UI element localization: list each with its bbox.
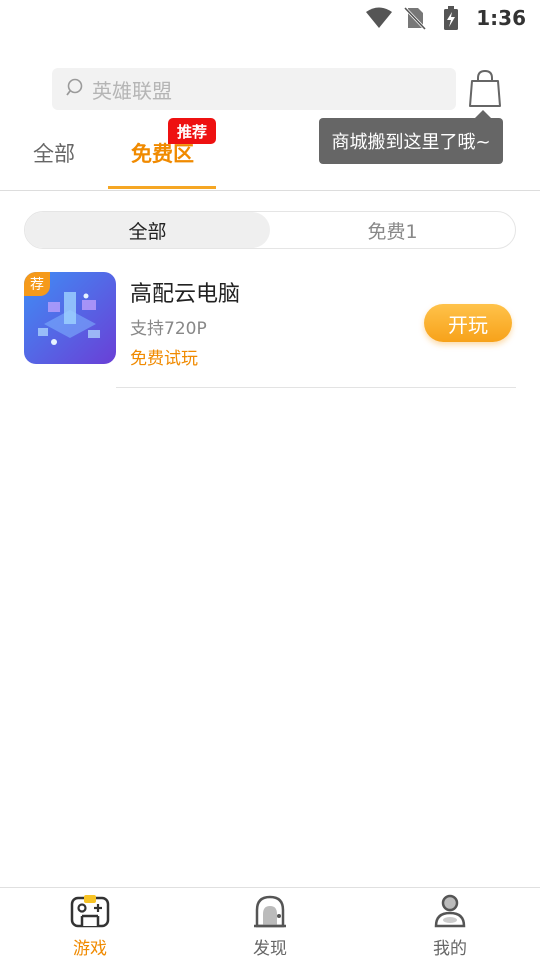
nav-discover-label: 发现 [253, 939, 287, 959]
nav-games[interactable]: 游戏 [50, 894, 130, 959]
search-icon [66, 77, 86, 101]
recommend-badge: 推荐 [168, 118, 216, 144]
no-sim-icon [402, 6, 428, 30]
bottom-nav: 游戏 发现 我的 [0, 887, 540, 960]
list-item[interactable]: 荐 高配云电脑 支持720P 免费试玩 开玩 [24, 272, 516, 388]
item-divider [116, 387, 516, 388]
recommend-corner-badge: 荐 [24, 272, 50, 296]
game-resolution: 支持720P [130, 319, 207, 339]
gamepad-icon [70, 894, 110, 932]
status-bar: 1:36 [0, 0, 540, 36]
discover-icon [253, 894, 287, 932]
sub-filter-segment: 全部 免费1 [24, 211, 516, 249]
nav-games-label: 游戏 [73, 939, 107, 959]
search-input[interactable]: 英雄联盟 [52, 68, 456, 110]
nav-mine-label: 我的 [433, 939, 467, 959]
active-tab-indicator [108, 186, 216, 189]
category-tabs: 全部 免费区 推荐 [0, 118, 540, 190]
segment-free-1[interactable]: 免费1 [270, 212, 515, 248]
game-thumbnail: 荐 [24, 272, 116, 364]
app-root: 1:36 英雄联盟 商城搬到这里了哦~ 全部 免费区 推荐 全部 免费1 荐 高… [0, 0, 540, 960]
search-row: 英雄联盟 [52, 68, 512, 110]
play-button[interactable]: 开玩 [424, 304, 512, 342]
battery-charging-icon [438, 6, 464, 30]
tab-all[interactable]: 全部 [33, 138, 75, 168]
game-free-tag: 免费试玩 [130, 349, 198, 369]
nav-mine[interactable]: 我的 [410, 894, 490, 959]
status-time: 1:36 [476, 6, 526, 30]
shopping-bag-icon[interactable] [468, 69, 502, 108]
search-placeholder: 英雄联盟 [92, 78, 172, 103]
header-divider [0, 190, 540, 191]
wifi-icon [366, 6, 393, 30]
game-title: 高配云电脑 [130, 282, 241, 307]
nav-discover[interactable]: 发现 [230, 894, 310, 959]
profile-icon [433, 894, 467, 932]
segment-all[interactable]: 全部 [25, 212, 270, 248]
